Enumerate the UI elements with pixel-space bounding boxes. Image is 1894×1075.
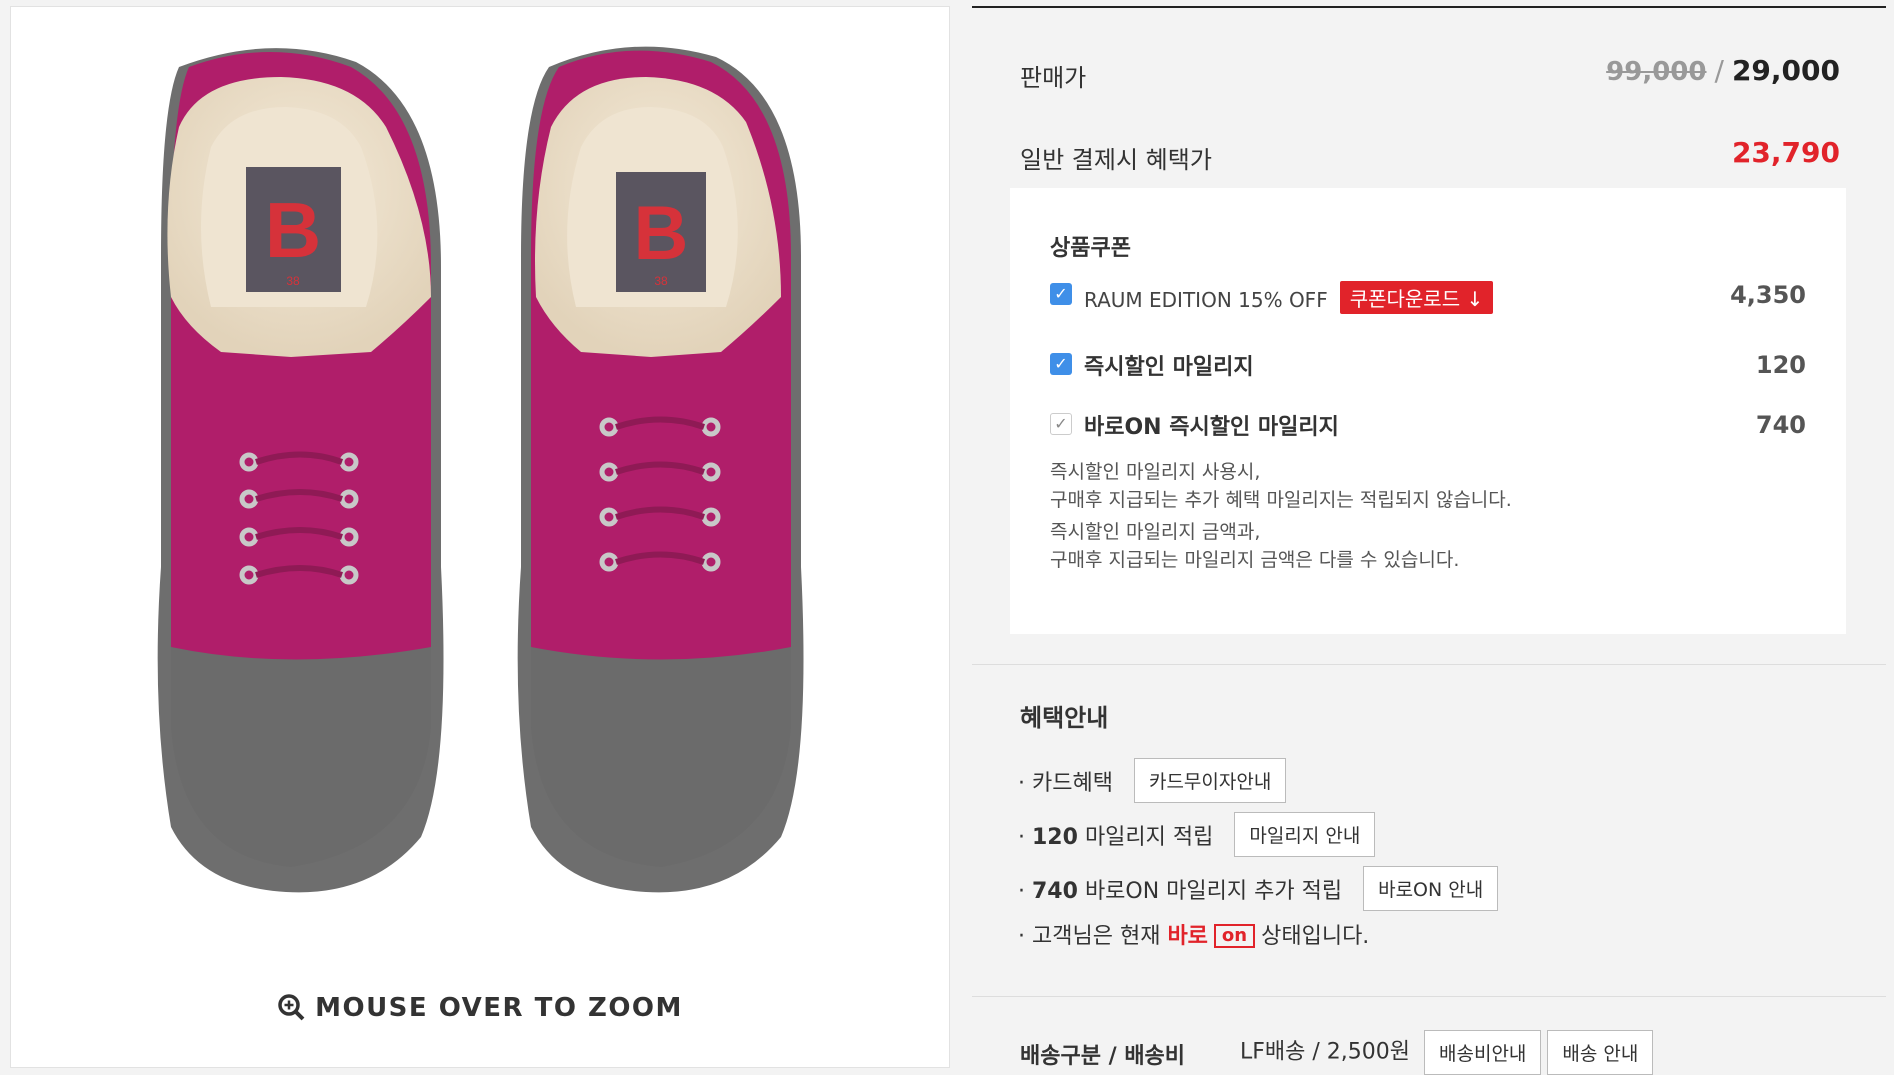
- product-image[interactable]: B 38 B 38: [11, 7, 949, 947]
- right-shoe: B 38: [517, 46, 804, 893]
- instant-mileage-amount: 120: [1755, 351, 1806, 379]
- status-suffix: 상태입니다.: [1261, 924, 1370, 949]
- baro-mileage-amount: 740: [1755, 411, 1806, 439]
- card-benefit-label: · 카드혜택: [1018, 770, 1113, 796]
- shipping-label: 배송구분 / 배송비: [1020, 1044, 1186, 1069]
- instant-mileage-label: 즉시할인 마일리지: [1084, 355, 1254, 380]
- benefit-price-row: 일반 결제시 혜택가 23,790: [1020, 136, 1840, 176]
- section-divider: [972, 664, 1886, 665]
- status-baro: 바로: [1167, 924, 1208, 949]
- product-info-panel: 판매가 99,000/29,000 일반 결제시 혜택가 23,790 상품쿠폰…: [972, 6, 1886, 1075]
- zoom-hint: MOUSE OVER TO ZOOM: [11, 993, 949, 1028]
- baro-text: 바로ON 마일리지 추가 적립: [1084, 878, 1343, 904]
- product-image-panel[interactable]: B 38 B 38 MOUSE OVER TO ZOOM: [10, 6, 950, 1068]
- sale-price-row: 판매가 99,000/29,000: [1020, 54, 1840, 94]
- coupon-box: 상품쿠폰 ✓ RAUM EDITION 15% OFF 쿠폰다운로드 ↓ 4,35…: [1010, 188, 1846, 634]
- section-divider: [972, 996, 1886, 997]
- mileage-amount: 120: [1032, 824, 1078, 850]
- card-benefit-row: · 카드혜택 카드무이자안내: [1018, 758, 1287, 804]
- status-prefix: 고객님은 현재: [1032, 924, 1161, 949]
- note-line: 구매후 지급되는 추가 혜택 마일리지는 적립되지 않습니다.: [1050, 489, 1512, 511]
- benefit-price-label: 일반 결제시 혜택가: [1020, 146, 1212, 174]
- mileage-note-1: 즉시할인 마일리지 사용시, 구매후 지급되는 추가 혜택 마일리지는 적립되지…: [1050, 458, 1512, 514]
- note-line: 즉시할인 마일리지 사용시,: [1050, 461, 1261, 483]
- brand-letter-right: B: [634, 191, 689, 276]
- coupon-checkbox[interactable]: ✓: [1050, 283, 1072, 305]
- sale-price-value: 99,000/29,000: [1606, 54, 1840, 87]
- size-tag: 38: [286, 274, 300, 288]
- price-separator: /: [1714, 54, 1724, 87]
- shipping-fee-info-button[interactable]: 배송비안내: [1424, 1030, 1542, 1075]
- coupon-name: RAUM EDITION 15% OFF 쿠폰다운로드 ↓: [1084, 281, 1494, 314]
- coupon-row: ✓ RAUM EDITION 15% OFF 쿠폰다운로드 ↓ 4,350: [1050, 278, 1806, 314]
- baro-mileage-row: ✓ 바로ON 즉시할인 마일리지 740: [1050, 408, 1806, 442]
- note-line: 구매후 지급되는 마일리지 금액은 다를 수 있습니다.: [1050, 549, 1460, 571]
- card-interest-free-button[interactable]: 카드무이자안내: [1133, 758, 1287, 803]
- coupon-label: RAUM EDITION 15% OFF: [1084, 288, 1328, 312]
- mileage-benefit-label: · 120 마일리지 적립: [1018, 824, 1214, 850]
- note-line: 즉시할인 마일리지 금액과,: [1050, 521, 1261, 543]
- discounted-price: 29,000: [1731, 54, 1840, 87]
- coupon-download-button[interactable]: 쿠폰다운로드 ↓: [1339, 281, 1494, 314]
- zoom-hint-text: MOUSE OVER TO ZOOM: [315, 993, 683, 1023]
- coupon-title: 상품쿠폰: [1050, 236, 1131, 261]
- on-badge: on: [1213, 924, 1256, 948]
- mileage-benefit-row: · 120 마일리지 적립 마일리지 안내: [1018, 812, 1376, 858]
- instant-mileage-row: ✓ 즉시할인 마일리지 120: [1050, 348, 1806, 382]
- coupon-amount: 4,350: [1730, 281, 1806, 309]
- instant-mileage-checkbox[interactable]: ✓: [1050, 353, 1072, 375]
- left-shoe: B 38: [157, 48, 444, 893]
- customer-status-text: · 고객님은 현재 바로 on 상태입니다.: [1018, 924, 1370, 949]
- baro-info-button[interactable]: 바로ON 안내: [1363, 866, 1499, 911]
- baro-benefit-label: · 740 바로ON 마일리지 추가 적립: [1018, 878, 1343, 904]
- shipping-value-row: LF배송 / 2,500원 배송비안내 배송 안내: [1240, 1030, 1654, 1075]
- card-benefit-text: 카드혜택: [1032, 770, 1113, 796]
- mileage-note-2: 즉시할인 마일리지 금액과, 구매후 지급되는 마일리지 금액은 다를 수 있습…: [1050, 518, 1459, 574]
- baro-benefit-row: · 740 바로ON 마일리지 추가 적립 바로ON 안내: [1018, 866, 1499, 912]
- baro-mileage-label: 바로ON 즉시할인 마일리지: [1084, 415, 1339, 440]
- brand-letter: B: [265, 186, 321, 274]
- mileage-text: 마일리지 적립: [1084, 824, 1214, 850]
- benefit-price-value: 23,790: [1731, 136, 1840, 169]
- shipping-value: LF배송 / 2,500원: [1240, 1039, 1411, 1065]
- customer-status-row: · 고객님은 현재 바로 on 상태입니다.: [1018, 918, 1369, 964]
- sale-price-label: 판매가: [1020, 64, 1087, 92]
- original-price: 99,000: [1606, 57, 1707, 87]
- mileage-info-button[interactable]: 마일리지 안내: [1234, 812, 1376, 857]
- baro-amount: 740: [1032, 878, 1078, 904]
- baro-mileage-checkbox[interactable]: ✓: [1050, 413, 1072, 435]
- zoom-icon: [277, 993, 305, 1028]
- shipping-info-button[interactable]: 배송 안내: [1547, 1030, 1654, 1075]
- benefits-title: 혜택안내: [1020, 704, 1109, 732]
- size-tag-right: 38: [654, 274, 668, 288]
